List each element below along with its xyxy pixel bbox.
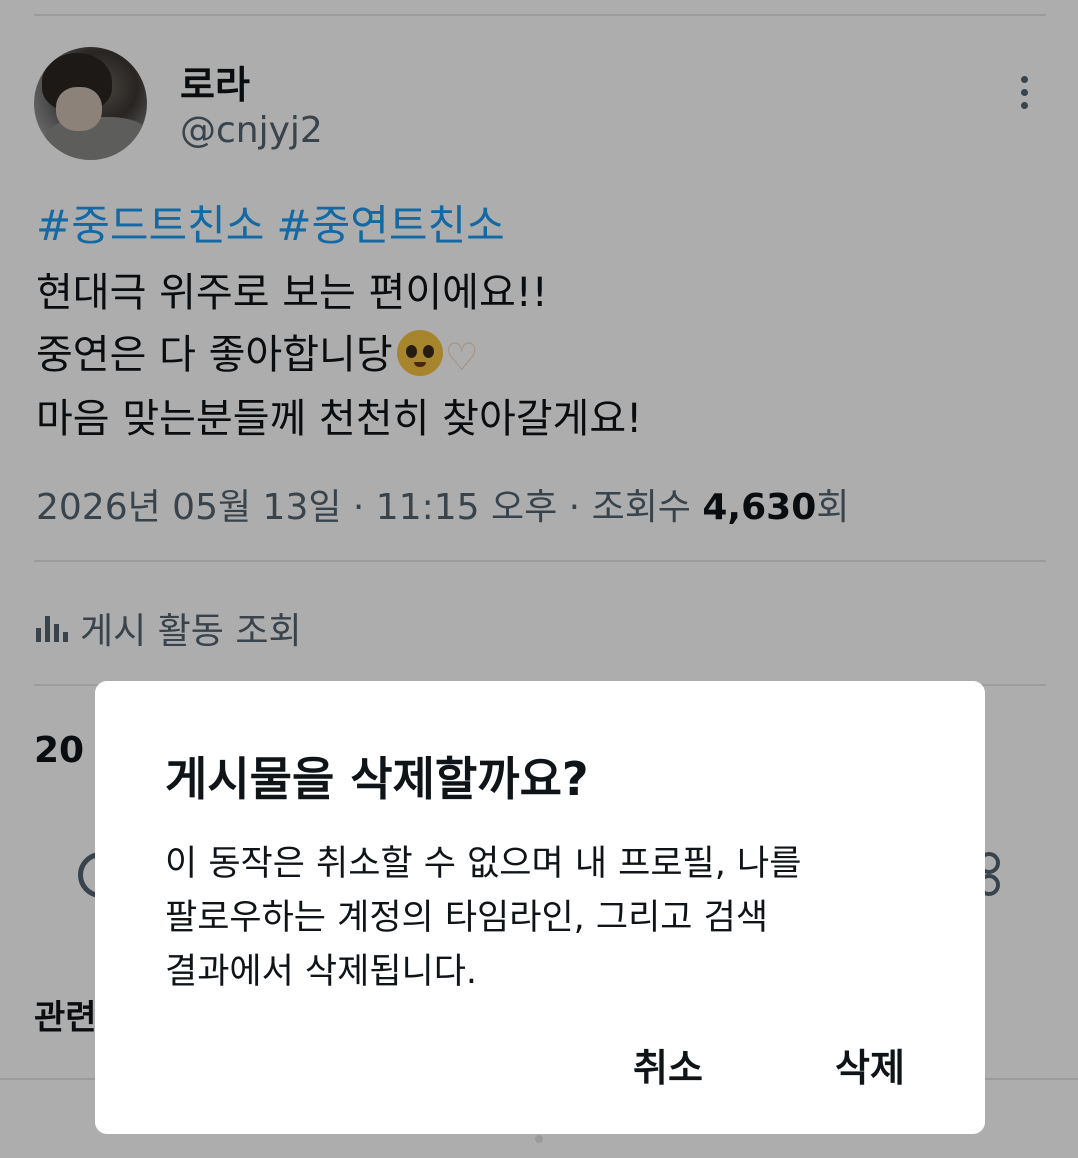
- delete-button[interactable]: 삭제: [835, 1037, 905, 1092]
- home-indicator: [535, 1135, 543, 1143]
- dialog-message-line: 이 동작은 취소할 수 없으며 내 프로필, 나를: [165, 844, 802, 884]
- delete-confirmation-dialog: 게시물을 삭제할까요? 이 동작은 취소할 수 없으며 내 프로필, 나를 팔로…: [95, 681, 985, 1134]
- dialog-message-line: 팔로우하는 계정의 타임라인, 그리고 검색: [165, 898, 769, 938]
- dialog-message: 이 동작은 취소할 수 없으며 내 프로필, 나를 팔로우하는 계정의 타임라인…: [165, 837, 925, 999]
- dialog-title: 게시물을 삭제할까요?: [165, 752, 589, 806]
- cancel-button[interactable]: 취소: [633, 1037, 703, 1092]
- dialog-message-line: 결과에서 삭제됩니다.: [165, 952, 478, 992]
